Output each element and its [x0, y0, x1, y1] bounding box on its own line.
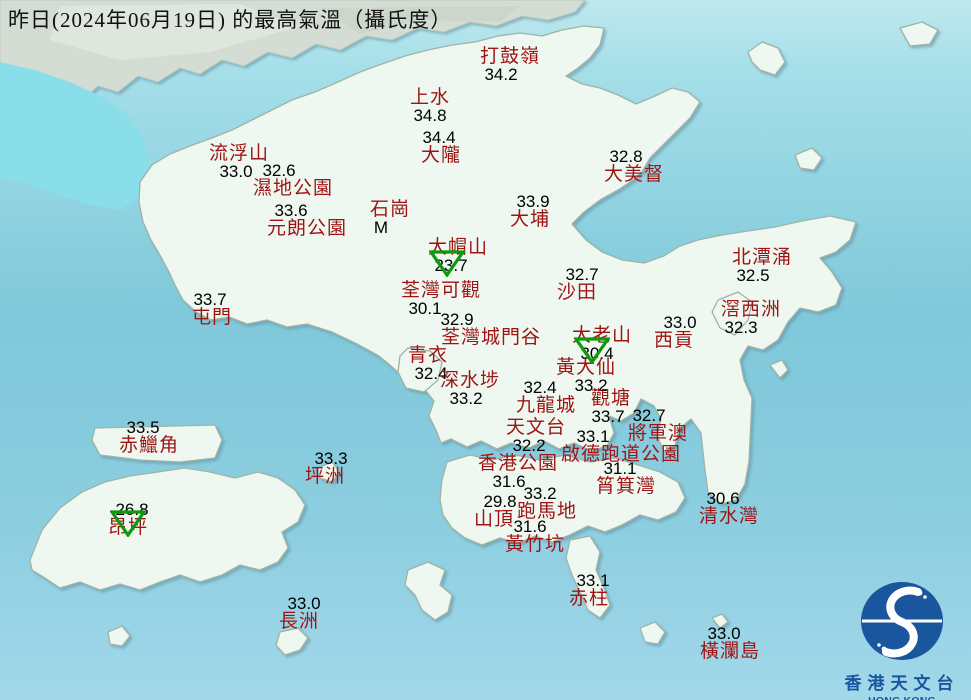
station-label: 33.9 大埔	[510, 193, 550, 229]
station-name: 西貢	[653, 330, 695, 351]
station-name: 大美督	[603, 164, 665, 185]
station-name: 元朗公園	[266, 218, 348, 239]
station-value: 33.0	[707, 624, 741, 643]
station-value: 34.4	[422, 128, 456, 147]
station-value: M	[373, 218, 389, 237]
station-name: 青衣	[407, 345, 449, 366]
station-name: 石崗	[369, 199, 411, 220]
station-label: 33.7 屯門	[192, 291, 232, 327]
hko-logo-en-text: HONG KONG OBSERVATORY	[836, 695, 968, 700]
station-value: 33.7	[193, 290, 227, 309]
station-value: 33.1	[576, 571, 610, 590]
peak-marker-icon	[427, 250, 467, 282]
station-label: 33.1 赤柱	[568, 572, 610, 609]
station-label: 32.4 九龍城	[516, 379, 576, 415]
map-title: 昨日(2024年06月19日) 的最高氣溫（攝氏度）	[8, 8, 453, 32]
peak-marker-icon	[108, 510, 148, 542]
station-label: 32.7 沙田	[556, 266, 599, 303]
basemap	[0, 0, 971, 700]
station-name: 深水埗	[439, 370, 501, 391]
station-value: 32.7	[565, 265, 599, 284]
station-label: 31.6 黃竹坑	[505, 518, 565, 554]
station-value: 33.9	[516, 192, 550, 211]
station-name: 濕地公園	[252, 178, 334, 199]
hko-logo-cn-text: 香港天文台	[844, 674, 960, 693]
station-value: 34.2	[484, 65, 518, 84]
station-label: 30.6 清水灣	[699, 490, 759, 526]
station-value: 34.8	[413, 106, 447, 125]
station-value: 33.3	[314, 449, 348, 468]
station-label: 33.5 赤鱲角	[119, 419, 179, 455]
station-name: 大隴	[420, 145, 462, 166]
station-name: 打鼓嶺	[479, 46, 541, 67]
station-name: 筲箕灣	[595, 476, 657, 497]
station-value: 30.6	[706, 489, 740, 508]
station-value: 33.0	[287, 594, 321, 613]
station-value: 33.0	[663, 313, 697, 332]
station-name: 長洲	[278, 611, 320, 632]
station-value: 33.1	[576, 427, 610, 446]
station-name: 北潭涌	[731, 247, 793, 268]
station-name: 黃竹坑	[504, 534, 566, 555]
station-name: 坪洲	[304, 466, 346, 487]
station-name: 荃灣城門谷	[440, 327, 542, 348]
station-name: 滘西洲	[720, 299, 782, 320]
station-value: 32.6	[262, 161, 296, 180]
station-name: 屯門	[191, 307, 233, 328]
station-name: 流浮山	[208, 143, 270, 164]
station-name: 赤柱	[568, 588, 610, 609]
hko-logo: 香港天文台 HONG KONG OBSERVATORY	[836, 580, 968, 700]
station-label: 34.4 大隴	[421, 129, 461, 165]
station-label: 33.2 跑馬地	[517, 485, 577, 521]
station-label: 31.1 筲箕灣	[596, 460, 656, 496]
station-label: 33.3 坪洲	[304, 450, 348, 487]
station-name: 大埔	[509, 209, 551, 230]
station-label: 北潭涌 32.5	[732, 248, 792, 284]
station-value: 32.5	[736, 266, 770, 285]
station-label: 32.6 濕地公園	[253, 162, 333, 198]
station-label: 33.0 長洲	[278, 595, 321, 632]
station-label: 打鼓嶺 34.2	[480, 47, 540, 83]
station-value: 31.1	[603, 459, 637, 478]
station-value: 29.8	[483, 492, 517, 511]
station-name: 清水灣	[698, 506, 760, 527]
station-value: 33.6	[274, 201, 308, 220]
station-value: 32.7	[632, 406, 666, 425]
station-name: 上水	[409, 87, 451, 108]
station-name: 赤鱲角	[118, 435, 180, 456]
station-value: 33.2	[449, 389, 483, 408]
station-value: 32.3	[724, 318, 758, 337]
station-value: 32.4	[523, 378, 557, 397]
station-name: 荃灣可觀	[400, 280, 482, 301]
station-label: 33.0 西貢	[653, 314, 697, 351]
station-label: 33.6 元朗公園	[267, 202, 347, 238]
station-label: 滘西洲 32.3	[721, 300, 781, 336]
station-label: 石崗 M	[370, 200, 410, 236]
station-name: 橫瀾島	[699, 641, 761, 662]
station-value: 33.5	[126, 418, 160, 437]
station-label: 32.9 荃灣城門谷	[440, 311, 542, 348]
station-name: 香港公園	[477, 453, 559, 474]
station-label: 33.0 橫瀾島	[700, 625, 760, 661]
station-name: 沙田	[556, 282, 598, 303]
hko-logo-icon	[861, 582, 943, 660]
weather-map: 昨日(2024年06月19日) 的最高氣溫（攝氏度） 打鼓嶺 34.2 上水 34.8…	[0, 0, 971, 700]
station-value: 31.6	[513, 517, 547, 536]
station-label: 上水 34.8	[410, 88, 450, 124]
station-label: 深水埗 33.2	[440, 371, 500, 407]
station-value: 32.8	[609, 147, 643, 166]
station-label: 32.8 大美督	[604, 148, 664, 184]
station-name: 九龍城	[515, 395, 577, 416]
peak-marker-icon	[572, 337, 612, 369]
station-name: 觀塘	[590, 388, 632, 409]
station-value: 32.9	[440, 310, 474, 329]
